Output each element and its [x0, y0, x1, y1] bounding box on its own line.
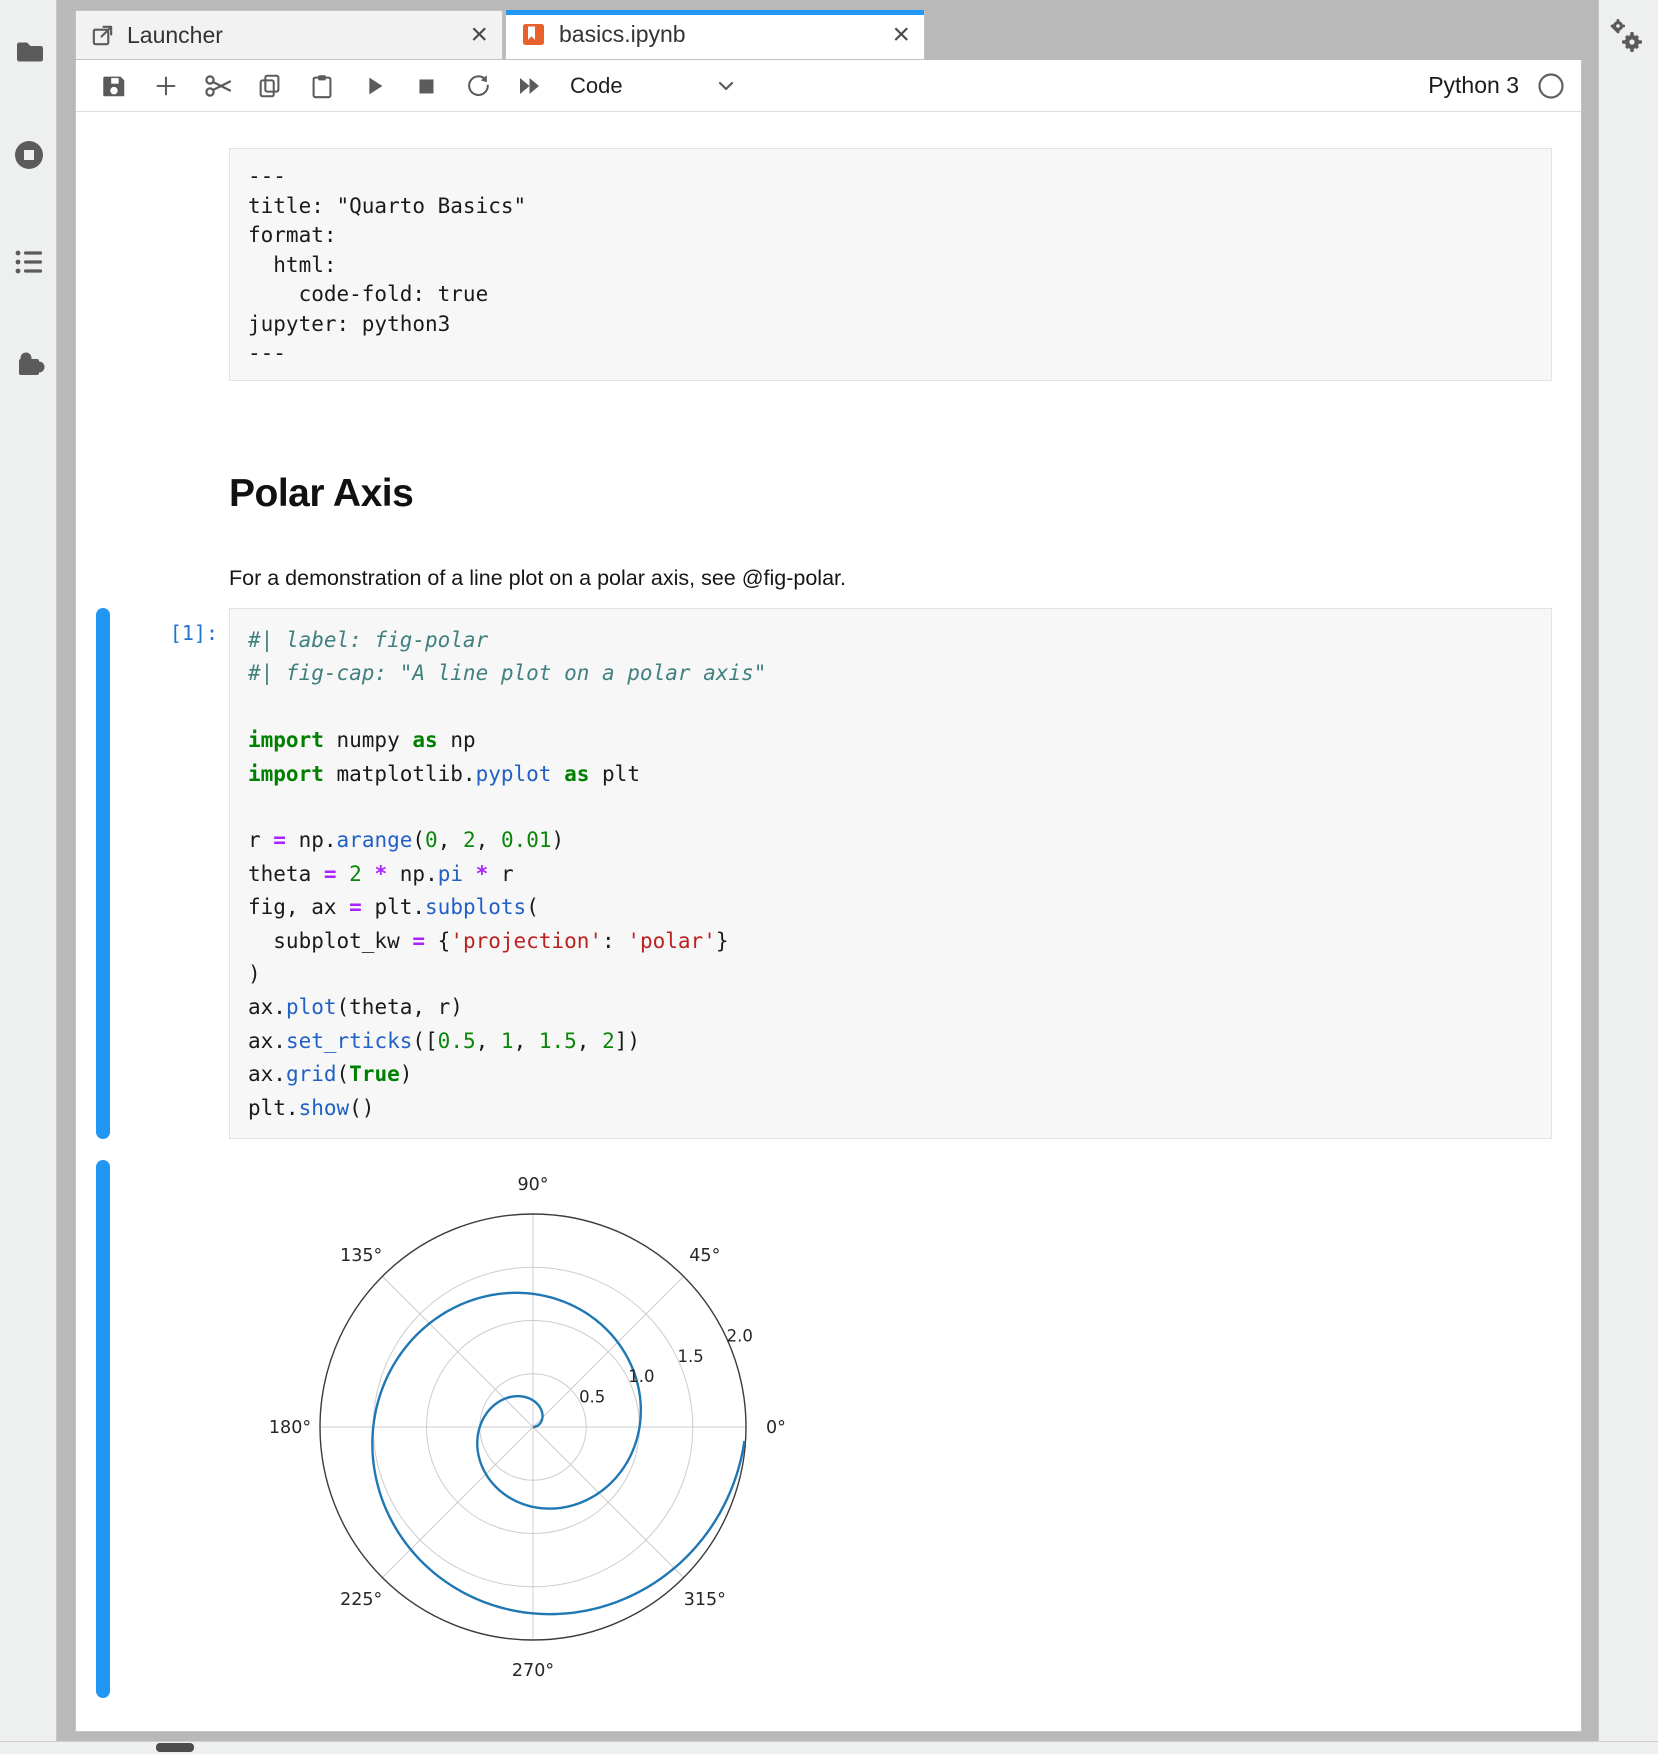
stop-icon	[412, 72, 440, 100]
polar-plot-output: 0° 45° 90° 135° 180° 225° 270° 315° 0.5 1.0 1.5 2.0	[233, 1165, 833, 1687]
tab-bar: Launcher × basics.ipynb ×	[75, 10, 1582, 60]
kernel-name[interactable]: Python 3	[1428, 72, 1519, 99]
left-activity-bar	[0, 0, 57, 1754]
svg-text:1.0: 1.0	[628, 1367, 654, 1386]
code-cell-editor[interactable]: #| label: fig-polar#| fig-cap: "A line p…	[229, 608, 1552, 1139]
copy-icon	[256, 72, 284, 100]
extensions-button[interactable]	[12, 346, 46, 380]
fast-forward-icon	[515, 71, 545, 101]
svg-text:0°: 0°	[766, 1418, 786, 1438]
save-icon	[100, 72, 128, 100]
plus-icon	[152, 72, 180, 100]
tab-notebook-close-icon[interactable]: ×	[892, 20, 910, 50]
scissors-icon	[203, 71, 233, 101]
insert-cell-button[interactable]	[140, 65, 192, 107]
tab-launcher-close-icon[interactable]: ×	[470, 20, 488, 50]
kernel-status-icon	[1537, 72, 1565, 100]
running-sessions-button[interactable]	[12, 138, 46, 172]
paste-cells-button[interactable]	[296, 65, 348, 107]
restart-run-all-button[interactable]	[504, 65, 556, 107]
right-side-strip	[1598, 0, 1658, 1754]
notebook-panel: Code Python 3 ---title: "Quarto Basics"f…	[75, 60, 1582, 1732]
raw-yaml-cell[interactable]: ---title: "Quarto Basics"format: html: c…	[229, 148, 1552, 381]
active-tab-accent	[506, 10, 924, 15]
svg-text:90°: 90°	[517, 1175, 548, 1195]
interrupt-kernel-button[interactable]	[400, 65, 452, 107]
chevron-down-icon	[715, 75, 737, 97]
markdown-heading: Polar Axis	[229, 472, 413, 516]
notebook-file-icon	[520, 21, 547, 48]
folder-icon	[13, 35, 45, 67]
run-cell-button[interactable]	[348, 65, 400, 107]
restart-kernel-button[interactable]	[452, 65, 504, 107]
tab-notebook-label: basics.ipynb	[559, 21, 686, 48]
save-button[interactable]	[88, 65, 140, 107]
svg-text:135°: 135°	[340, 1246, 382, 1266]
svg-text:315°: 315°	[684, 1590, 726, 1610]
svg-text:270°: 270°	[512, 1661, 554, 1681]
file-browser-button[interactable]	[12, 34, 46, 68]
stop-circle-icon	[12, 138, 46, 172]
notebook-content: ---title: "Quarto Basics"format: html: c…	[76, 112, 1581, 1730]
execution-prompt: [1]:	[106, 621, 218, 645]
tab-notebook[interactable]: basics.ipynb ×	[505, 10, 925, 60]
table-of-contents-button[interactable]	[12, 245, 46, 279]
list-icon	[12, 245, 46, 279]
input-collapser[interactable]	[96, 608, 110, 1139]
main-dock-panel: Launcher × basics.ipynb ×	[75, 10, 1582, 1732]
notebook-toolbar: Code Python 3	[76, 60, 1581, 112]
puzzle-icon	[12, 346, 46, 380]
markdown-paragraph: For a demonstration of a line plot on a …	[229, 566, 846, 591]
clipboard-icon	[308, 72, 336, 100]
copy-cells-button[interactable]	[244, 65, 296, 107]
svg-text:1.5: 1.5	[677, 1347, 703, 1366]
settings-gears-icon[interactable]	[1604, 16, 1650, 62]
status-bar	[0, 1741, 1658, 1754]
tab-launcher[interactable]: Launcher ×	[75, 10, 503, 60]
restart-icon	[464, 72, 492, 100]
status-bar-item	[156, 1743, 194, 1752]
cut-cells-button[interactable]	[192, 65, 244, 107]
svg-text:45°: 45°	[689, 1246, 720, 1266]
cell-type-value: Code	[570, 73, 623, 99]
tab-launcher-label: Launcher	[127, 22, 223, 49]
svg-text:0.5: 0.5	[579, 1388, 605, 1407]
run-icon	[360, 72, 388, 100]
svg-text:225°: 225°	[340, 1590, 382, 1610]
output-collapser[interactable]	[96, 1160, 110, 1698]
launcher-icon	[90, 23, 115, 48]
svg-text:2.0: 2.0	[727, 1326, 753, 1345]
svg-text:180°: 180°	[269, 1418, 311, 1438]
cell-type-dropdown[interactable]: Code	[570, 73, 737, 99]
